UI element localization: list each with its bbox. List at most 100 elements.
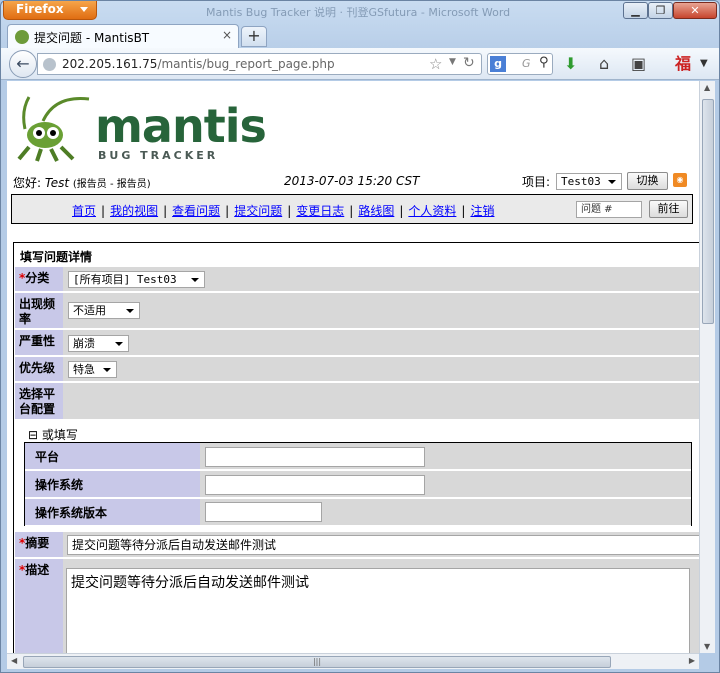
tab-bar: 提交问题 - MantisBT × + <box>1 23 719 48</box>
os-input[interactable] <box>205 475 425 495</box>
category-select[interactable]: [所有项目] Test03 <box>68 271 205 288</box>
platform-profile-label: 选择平台配置 <box>15 383 63 419</box>
search-box[interactable]: g G ⚲ <box>487 53 553 75</box>
firefox-menu-label: Firefox <box>16 2 64 16</box>
or-fill-toggle[interactable]: ⊟ 或填写 <box>28 426 78 443</box>
os-label: 操作系统 <box>25 471 200 497</box>
page-content: mantis BUG TRACKER 您好: Test (报告员 - 报告员) … <box>7 81 699 653</box>
platform-row: 平台 <box>25 443 691 470</box>
home-icon[interactable]: ⌂ <box>599 55 609 73</box>
close-icon: ✕ <box>690 4 700 17</box>
category-label: *分类 <box>15 267 63 291</box>
url-bar[interactable]: 202.205.161.75/mantis/bug_report_page.ph… <box>37 53 482 75</box>
project-select[interactable]: Test03 <box>556 173 622 190</box>
menu-separator: | <box>349 204 354 218</box>
category-label-text: 分类 <box>25 271 50 285</box>
mantis-logo[interactable]: mantis BUG TRACKER <box>15 91 267 163</box>
search-placeholder: G <box>522 57 531 70</box>
severity-label: 严重性 <box>15 330 63 355</box>
menu-item-my-view[interactable]: 我的视图 <box>110 204 158 218</box>
menu-item-report-issue[interactable]: 提交问题 <box>234 204 282 218</box>
menu-links: 首页 | 我的视图 | 查看问题 | 提交问题 | 变更日志 | 路线图 | 个人资料 | 注销 <box>72 202 494 219</box>
globe-icon <box>43 58 56 71</box>
logo-wordmark: mantis <box>95 99 267 153</box>
maximize-button[interactable]: ❐ <box>648 2 673 19</box>
go-button[interactable]: 前往 <box>649 200 688 218</box>
vertical-scrollbar[interactable]: ▲ ▼ <box>699 81 715 653</box>
minimize-button[interactable]: ▁ <box>623 2 648 19</box>
frequency-select[interactable]: 不适用 <box>68 302 140 319</box>
url-text: 202.205.161.75/mantis/bug_report_page.ph… <box>62 57 335 71</box>
chevron-down-icon <box>608 180 616 184</box>
platform-label: 平台 <box>25 443 200 469</box>
severity-row: 严重性 崩溃 <box>15 330 699 356</box>
priority-row: 优先级 特急 <box>15 357 699 382</box>
back-arrow-icon[interactable]: ← <box>9 50 37 78</box>
search-icon[interactable]: ⚲ <box>539 55 549 70</box>
bookmark-star-icon[interactable]: ☆ <box>429 55 442 73</box>
scroll-right-icon[interactable]: ▶ <box>689 656 695 665</box>
os-version-row: 操作系统版本 <box>25 499 691 526</box>
user-role: (报告员 - 报告员) <box>72 179 151 190</box>
tab-active[interactable]: 提交问题 - MantisBT × <box>7 24 239 48</box>
form-title: 填写问题详情 <box>20 250 93 264</box>
frequency-row: 出现频率 不适用 <box>15 293 699 329</box>
menu-item-view-issues[interactable]: 查看问题 <box>172 204 220 218</box>
summary-label-text: 摘要 <box>25 536 50 550</box>
frequency-select-value: 不适用 <box>73 304 106 317</box>
menu-item-account[interactable]: 个人资料 <box>408 204 456 218</box>
os-version-input[interactable] <box>205 502 322 522</box>
scroll-down-icon[interactable]: ▼ <box>704 642 710 651</box>
summary-input[interactable]: 提交问题等待分派后自动发送邮件测试 <box>67 535 699 555</box>
scroll-left-icon[interactable]: ◀ <box>11 656 17 665</box>
horizontal-scrollbar[interactable]: ◀ ||| ▶ <box>7 653 699 669</box>
priority-select[interactable]: 特急 <box>68 361 117 378</box>
url-host: 202.205.161.75 <box>62 57 158 71</box>
firefox-menu-button[interactable]: Firefox <box>3 1 97 20</box>
tab-title: 提交问题 - MantisBT <box>34 31 150 45</box>
menu-icon[interactable]: ▼ <box>700 55 708 73</box>
menu-item-home[interactable]: 首页 <box>72 204 96 218</box>
main-menu: 首页 | 我的视图 | 查看问题 | 提交问题 | 变更日志 | 路线图 | 个人资料 | 注销 问题 # … <box>11 194 693 224</box>
download-icon[interactable]: ⬇ <box>564 55 577 73</box>
horizontal-scroll-thumb[interactable]: ||| <box>23 656 611 668</box>
reload-icon[interactable]: ↻ <box>463 55 475 71</box>
bookmarks-icon[interactable]: ▣ <box>631 55 646 73</box>
menu-item-roadmap[interactable]: 路线图 <box>358 204 394 218</box>
scroll-up-icon[interactable]: ▲ <box>704 83 710 92</box>
close-button[interactable]: ✕ <box>673 2 717 19</box>
url-path: /mantis/bug_report_page.php <box>157 57 335 71</box>
chevron-down-icon <box>103 368 111 372</box>
issue-number-input[interactable]: 问题 # <box>576 201 642 218</box>
url-dropdown-icon[interactable]: ▼ <box>449 57 456 67</box>
platform-input[interactable] <box>205 447 425 467</box>
or-fill-label: 或填写 <box>41 428 78 442</box>
menu-separator: | <box>399 204 404 218</box>
menu-separator: | <box>163 204 168 218</box>
frequency-label: 出现频率 <box>15 293 63 328</box>
category-select-value: [所有项目] Test03 <box>73 273 177 286</box>
priority-select-value: 特急 <box>73 363 95 376</box>
priority-label: 优先级 <box>15 357 63 381</box>
description-label: *描述 <box>15 559 63 653</box>
os-row: 操作系统 <box>25 471 691 498</box>
new-tab-button[interactable]: + <box>241 26 267 47</box>
maximize-icon: ❐ <box>655 4 666 17</box>
menu-item-logout[interactable]: 注销 <box>470 204 494 218</box>
menu-item-changelog[interactable]: 变更日志 <box>296 204 344 218</box>
switch-project-button[interactable]: 切换 <box>627 172 668 190</box>
vertical-scroll-thumb[interactable] <box>702 99 714 324</box>
severity-select[interactable]: 崩溃 <box>68 335 129 352</box>
menu-separator: | <box>225 204 230 218</box>
current-datetime: 2013-07-03 15:20 CST <box>284 174 420 188</box>
rss-icon[interactable]: ◉ <box>673 173 687 187</box>
navigation-toolbar: ← 202.205.161.75/mantis/bug_report_page.… <box>1 48 719 80</box>
google-icon[interactable]: g <box>490 56 506 72</box>
description-textarea[interactable]: 提交问题等待分派后自动发送邮件测试 <box>66 568 690 653</box>
title-bar: Firefox Mantis Bug Tracker 说明 · 刊登GSfutu… <box>1 1 719 23</box>
severity-select-value: 崩溃 <box>73 337 95 350</box>
tab-close-icon[interactable]: × <box>222 28 232 42</box>
fu-icon[interactable]: 福 <box>675 55 691 73</box>
menu-separator: | <box>101 204 106 218</box>
menu-separator: | <box>287 204 292 218</box>
